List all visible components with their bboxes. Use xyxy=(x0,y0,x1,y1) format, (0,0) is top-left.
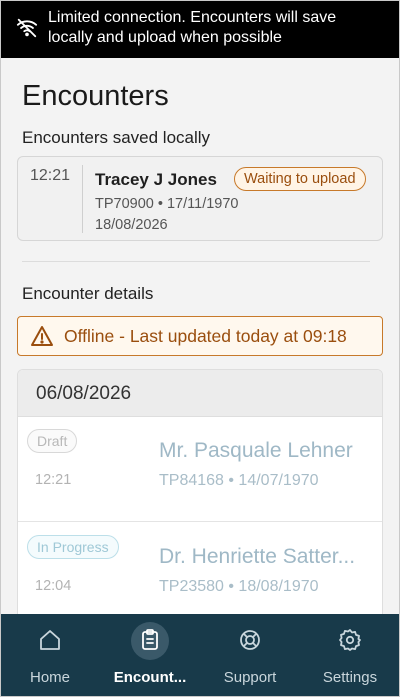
local-encounter-time: 12:21 xyxy=(30,167,71,184)
local-encounter-date: 18/08/2026 xyxy=(95,217,168,233)
offline-alert-text: Offline - Last updated today at 09:18 xyxy=(64,326,347,346)
nav-item-support[interactable]: Support xyxy=(200,614,300,697)
banner-line-2: locally and upload when possible xyxy=(48,29,282,46)
status-badge: In Progress xyxy=(27,535,119,559)
nav-label-encounters: Encount... xyxy=(113,669,187,686)
nav-label-home: Home xyxy=(29,669,70,686)
patient-meta: TP23580 • 18/08/1970 xyxy=(159,578,319,595)
wifi-off-icon xyxy=(16,18,38,38)
encounter-row[interactable]: Draft 12:21 Mr. Pasquale Lehner TP84168 … xyxy=(18,416,382,522)
patient-name: Mr. Pasquale Lehner xyxy=(159,439,353,462)
gear-icon xyxy=(339,629,361,651)
banner-line-1: Limited connection. Encounters will save xyxy=(48,9,337,26)
page-title: Encounters xyxy=(22,80,169,112)
local-encounter-name: Tracey J Jones xyxy=(95,170,217,189)
main-content[interactable]: Encounters Encounters saved locally 12:2… xyxy=(0,58,400,614)
date-group-header: 06/08/2026 xyxy=(18,370,382,417)
encounter-row[interactable]: In Progress 12:04 Dr. Henriette Satter..… xyxy=(18,522,382,614)
home-icon xyxy=(40,630,60,650)
local-encounter-meta: TP70900 • 17/11/1970 xyxy=(95,196,239,212)
encounter-time: 12:04 xyxy=(35,578,72,594)
card-divider xyxy=(82,165,83,233)
status-badge: Draft xyxy=(27,429,78,453)
lifebuoy-icon xyxy=(240,630,260,650)
warning-icon xyxy=(31,326,53,346)
nav-item-encounters[interactable]: Encount... xyxy=(100,614,200,697)
patient-meta: TP84168 • 14/07/1970 xyxy=(159,472,319,489)
nav-label-settings: Settings xyxy=(322,669,378,686)
section-divider xyxy=(22,261,370,262)
clipboard-icon xyxy=(142,629,158,650)
nav-label-support: Support xyxy=(223,669,277,686)
offline-banner: Limited connection. Encounters will save… xyxy=(0,0,400,58)
local-encounter-card[interactable]: 12:21 Tracey J Jones Waiting to upload T… xyxy=(17,156,383,241)
encounter-time: 12:21 xyxy=(35,472,72,488)
nav-item-settings[interactable]: Settings xyxy=(300,614,400,697)
date-group-date: 06/08/2026 xyxy=(36,383,132,404)
upload-status-badge: Waiting to upload xyxy=(234,167,366,191)
saved-locally-label: Encounters saved locally xyxy=(22,128,211,147)
patient-name: Dr. Henriette Satter... xyxy=(159,545,356,568)
encounter-details-label: Encounter details xyxy=(22,284,154,303)
encounter-date-group: 06/08/2026 Draft 12:21 Mr. Pasquale Lehn… xyxy=(17,369,383,614)
offline-alert: Offline - Last updated today at 09:18 xyxy=(17,316,383,356)
nav-item-home[interactable]: Home xyxy=(0,614,100,697)
bottom-nav: Home Encount... Support Settings xyxy=(0,614,400,697)
